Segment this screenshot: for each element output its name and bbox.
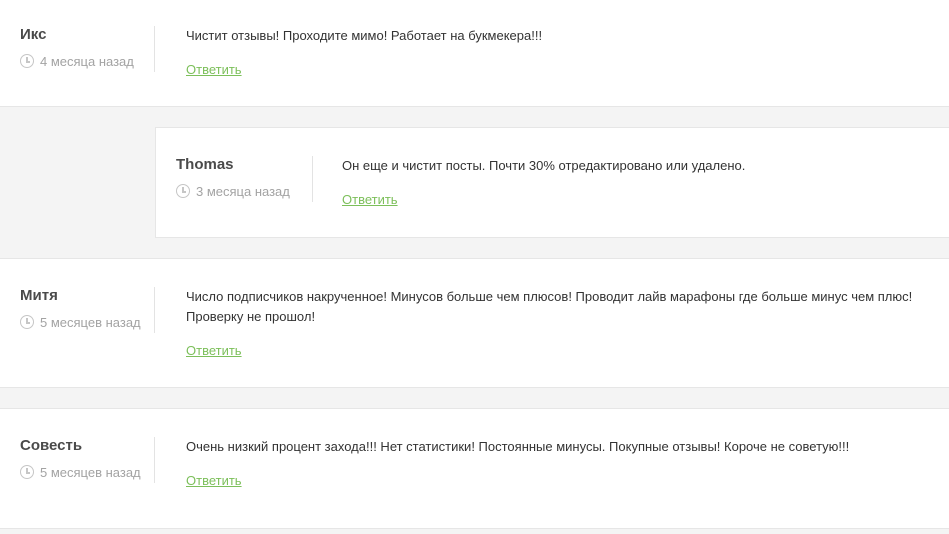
comment-card: Митя 5 месяцев назад Число подписчиков н… [0, 258, 949, 388]
clock-icon [20, 315, 34, 329]
reply-link[interactable]: Ответить [342, 192, 398, 207]
comment-text: Он еще и чистит посты. Почти 30% отредак… [342, 158, 746, 173]
comment-meta: Икс 4 месяца назад [20, 26, 155, 72]
comment-date-text: 5 месяцев назад [40, 465, 141, 480]
comment-author: Митя [20, 287, 58, 304]
comment-meta: Thomas 3 месяца назад [176, 156, 313, 202]
comment-card: Икс 4 месяца назад Чистит отзывы! Проход… [0, 0, 949, 107]
comment-body: Он еще и чистит посты. Почти 30% отредак… [342, 156, 929, 209]
comment-date: 5 месяцев назад [20, 463, 145, 483]
comment-date-text: 4 месяца назад [40, 54, 134, 69]
reply-link[interactable]: Ответить [186, 473, 242, 488]
comment-date: 3 месяца назад [176, 182, 301, 202]
clock-icon [176, 184, 190, 198]
comment-text: Очень низкий процент захода!!! Нет стати… [186, 439, 850, 454]
clock-icon [20, 54, 34, 68]
comment-date: 5 месяцев назад [20, 313, 145, 333]
reply-link[interactable]: Ответить [186, 343, 242, 358]
comment-author: Совесть [20, 437, 83, 454]
comment-date-text: 5 месяцев назад [40, 315, 141, 330]
comment-date-text: 3 месяца назад [196, 184, 290, 199]
comment-meta: Совесть 5 месяцев назад [20, 437, 155, 483]
comment-text: Число подписчиков накрученное! Минусов б… [186, 289, 913, 324]
comment-card: Совесть 5 месяцев назад Очень низкий про… [0, 408, 949, 529]
comment-body: Чистит отзывы! Проходите мимо! Работает … [186, 26, 929, 79]
comment-reply-card: Thomas 3 месяца назад Он еще и чистит по… [155, 127, 949, 238]
comment-date: 4 месяца назад [20, 52, 145, 72]
comment-meta: Митя 5 месяцев назад [20, 287, 155, 333]
clock-icon [20, 465, 34, 479]
reply-link[interactable]: Ответить [186, 62, 242, 77]
comment-author: Thomas [176, 156, 234, 173]
comment-body: Очень низкий процент захода!!! Нет стати… [186, 437, 929, 490]
comment-body: Число подписчиков накрученное! Минусов б… [186, 287, 929, 360]
comment-text: Чистит отзывы! Проходите мимо! Работает … [186, 28, 543, 43]
comment-author: Икс [20, 26, 47, 43]
